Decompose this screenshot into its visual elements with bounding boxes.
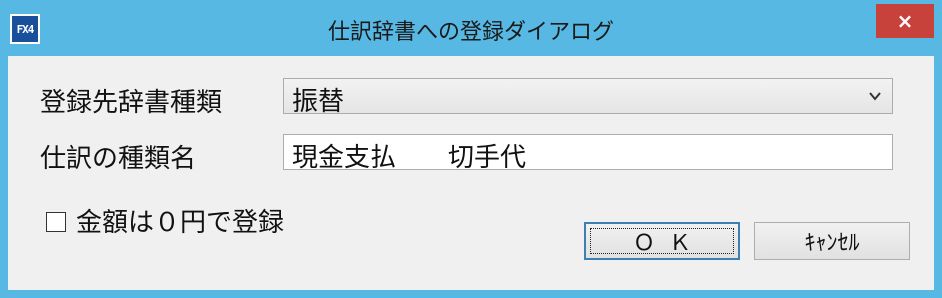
entry-type-name-label: 仕訳の種類名 (40, 144, 197, 174)
focus-rectangle (590, 228, 734, 254)
cancel-button-label: ｷｬﾝｾﾙ (804, 231, 860, 256)
entry-type-name-field[interactable]: 現金支払 切手代 (283, 134, 893, 173)
close-icon: × (896, 9, 914, 33)
title-bar[interactable]: FX4 仕訳辞書への登録ダイアログ × (0, 0, 942, 56)
dialog-body: 登録先辞書種類 振替 仕訳の種類名 現金支払 切手代 金額は０円で登録 ＯＫ ｷ… (8, 56, 934, 290)
zero-amount-checkbox-label[interactable]: 金額は０円で登録 (76, 202, 284, 239)
dialog-title: 仕訳辞書への登録ダイアログ (327, 20, 614, 45)
entry-type-name-value: 現金支払 切手代 (292, 143, 527, 173)
dictionary-type-value: 振替 (292, 87, 345, 117)
zero-amount-checkbox[interactable] (46, 212, 66, 232)
dictionary-type-select[interactable]: 振替 (283, 78, 893, 117)
close-button[interactable]: × (876, 4, 934, 38)
chevron-down-icon (869, 92, 881, 101)
dialog-window: FX4 仕訳辞書への登録ダイアログ × 登録先辞書種類 振替 仕訳の種類名 現金… (0, 0, 942, 298)
cancel-button[interactable]: ｷｬﾝｾﾙ (754, 222, 910, 260)
ok-button[interactable]: ＯＫ (584, 222, 740, 260)
dictionary-type-label: 登録先辞書種類 (40, 88, 223, 118)
